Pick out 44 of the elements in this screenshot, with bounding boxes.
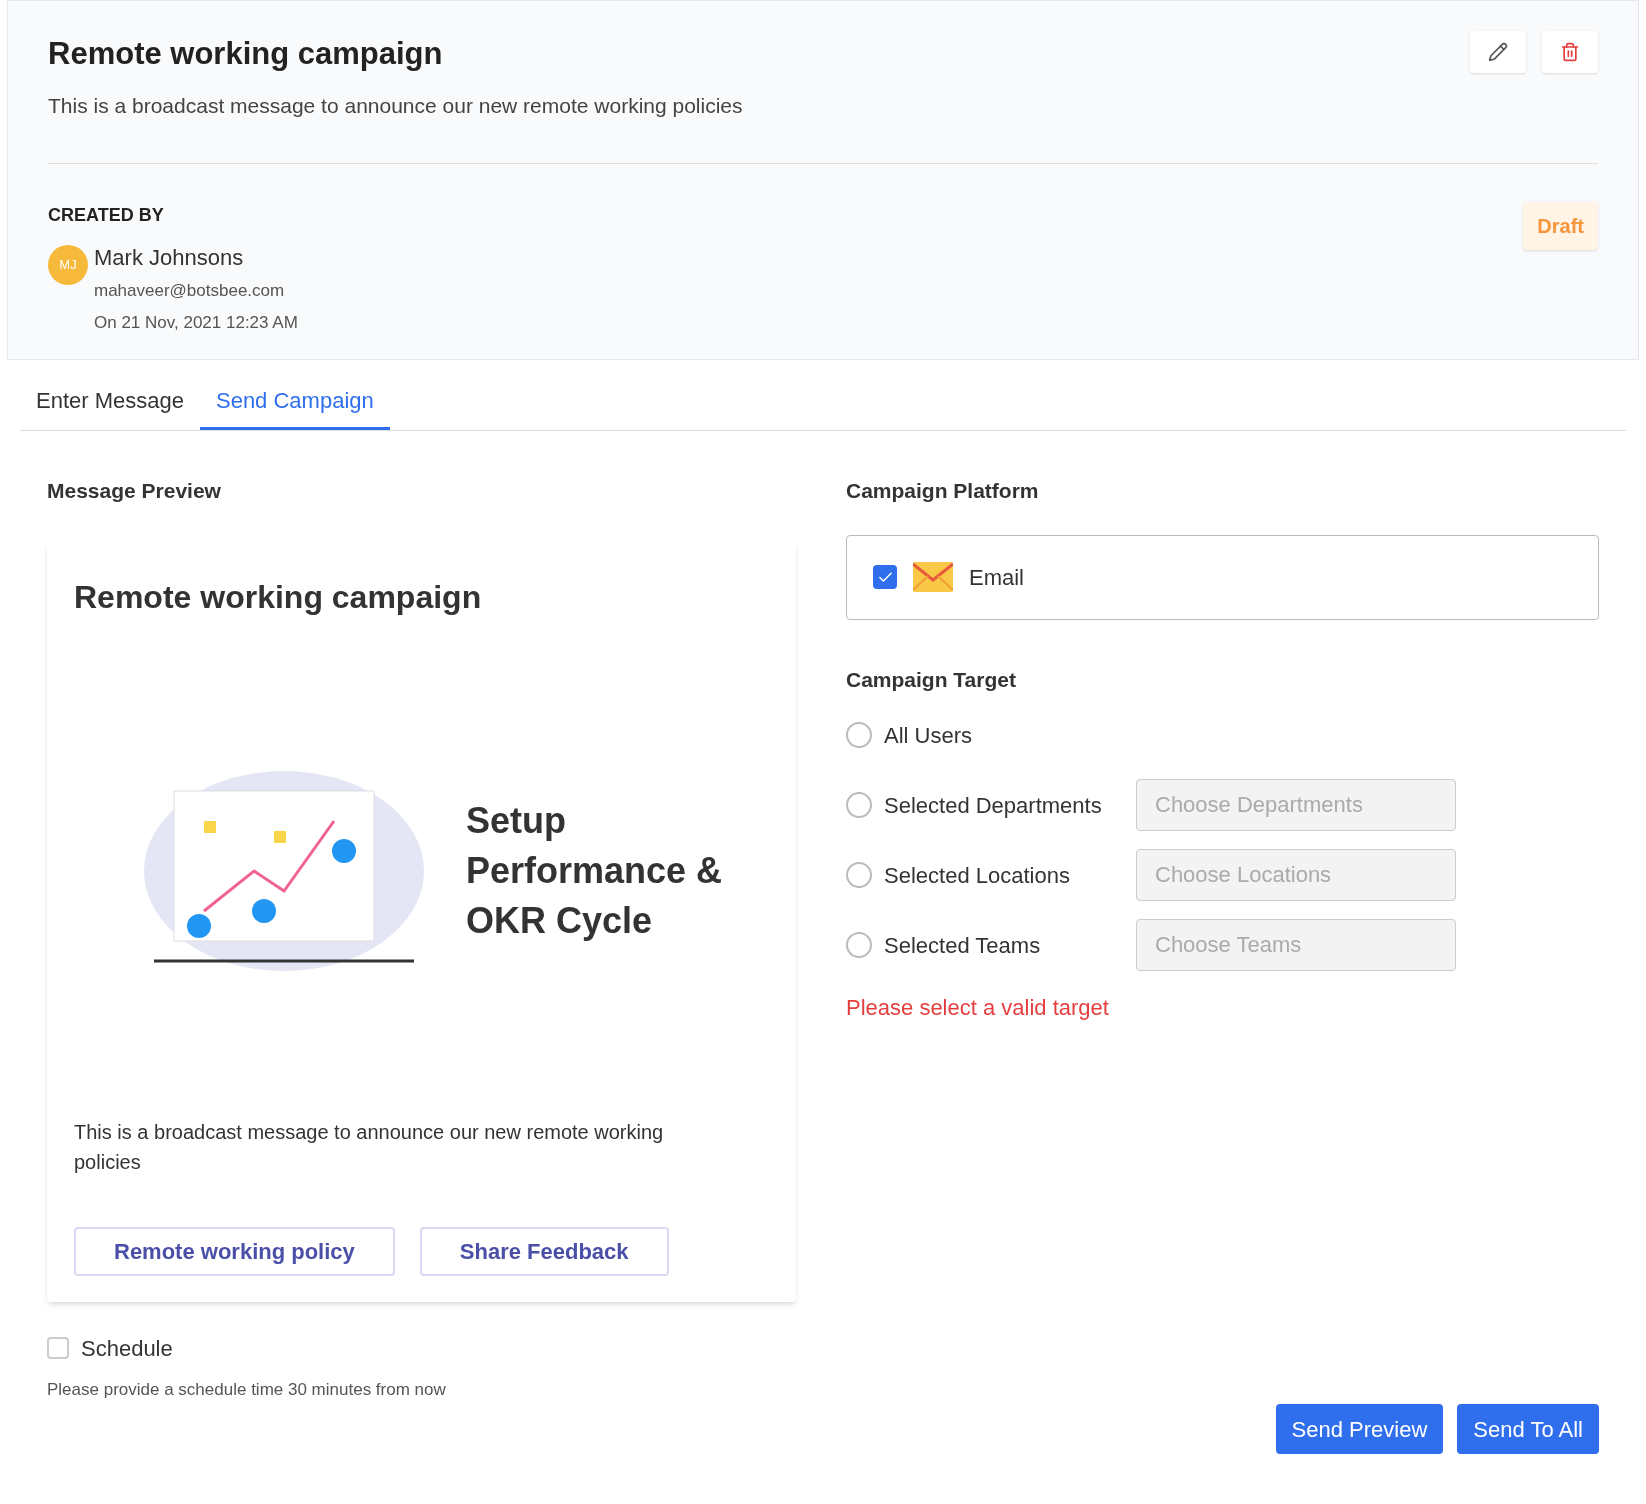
card-title: Remote working campaign — [74, 577, 483, 617]
status-badge: Draft — [1523, 202, 1598, 250]
platform-option[interactable]: Email — [846, 534, 1599, 620]
tab[interactable]: Enter Message — [20, 374, 200, 430]
select-field[interactable]: Choose Departments — [1136, 779, 1456, 831]
section-heading: Campaign Target — [846, 666, 1017, 693]
radio-button[interactable] — [846, 722, 872, 748]
radio-label: Selected Departments — [884, 791, 1103, 820]
radio-button[interactable] — [846, 932, 872, 958]
envelope-icon — [913, 562, 953, 592]
avatar: MJ — [48, 245, 88, 285]
select-field[interactable]: Choose Locations — [1136, 849, 1456, 901]
section-heading: Message Preview — [47, 478, 222, 504]
banner-headline: Performance & — [466, 848, 723, 893]
banner-headline: Setup — [466, 798, 567, 843]
schedule-hint: Please provide a schedule time 30 minutes from now — [47, 1378, 447, 1401]
radio-button[interactable] — [846, 792, 872, 818]
send-button[interactable]: Send To All — [1457, 1404, 1599, 1454]
platform-checkbox[interactable] — [873, 565, 897, 589]
select-field[interactable]: Choose Teams — [1136, 919, 1456, 971]
tab[interactable]: Send Campaign — [199, 374, 390, 430]
author-email: mahaveer@botsbee.com — [94, 280, 286, 302]
radio-label: Selected Teams — [884, 931, 1042, 960]
radio-label: Selected Locations — [884, 861, 1071, 890]
schedule-checkbox[interactable] — [47, 1337, 69, 1359]
radio-label: All Users — [884, 721, 973, 750]
message-body: This is a broadcast message to announce our new remote working policies — [74, 1119, 665, 1175]
edit-button[interactable] — [1470, 31, 1526, 73]
error-message: Please select a valid target — [846, 994, 1110, 1022]
link-button[interactable]: Remote working policy — [74, 1226, 395, 1276]
radio-button[interactable] — [846, 862, 872, 888]
author-name: Mark Johnsons — [94, 244, 245, 272]
delete-button[interactable] — [1542, 31, 1598, 73]
section-heading: Campaign Platform — [846, 478, 1040, 504]
pencil-icon — [1488, 42, 1508, 62]
trash-icon — [1560, 42, 1580, 62]
created-date: On 21 Nov, 2021 12:23 AM — [94, 311, 298, 334]
send-button[interactable]: Send Preview — [1275, 1404, 1444, 1454]
schedule-label: Schedule — [81, 1334, 173, 1363]
link-button[interactable]: Share Feedback — [419, 1226, 669, 1276]
banner-headline: OKR Cycle — [466, 898, 654, 943]
created-by-label: CREATED BY — [48, 204, 165, 227]
campaign-title: Remote working campaign — [48, 35, 444, 73]
campaign-description: This is a broadcast message to announce our new remote working policies — [48, 92, 743, 119]
